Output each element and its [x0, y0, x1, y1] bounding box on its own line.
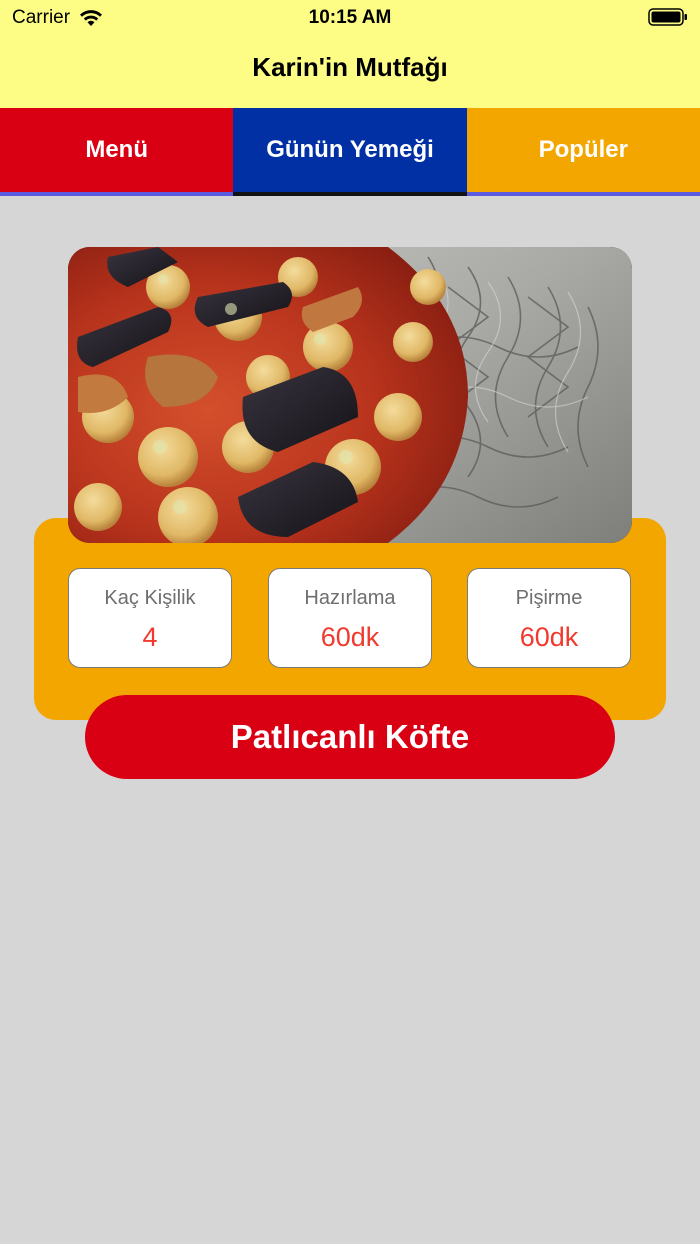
- tab-populer[interactable]: Popüler: [466, 108, 700, 196]
- battery-icon: [648, 8, 687, 26]
- cook-time-box: Pişirme 60dk: [467, 568, 631, 668]
- prep-time-value: 60dk: [320, 622, 380, 652]
- page-title: Karin'in Mutfağı: [252, 52, 448, 82]
- prep-time-label: Hazırlama: [304, 587, 396, 609]
- status-bar: Carrier 10:15 AM: [0, 0, 700, 36]
- tab-menu[interactable]: Menü: [0, 108, 234, 196]
- servings-label: Kaç Kişilik: [104, 587, 196, 609]
- dish-photo[interactable]: [68, 247, 632, 543]
- status-time: 10:15 AM: [308, 7, 392, 28]
- tab-bar: Menü Günün Yemeği Popüler: [0, 108, 700, 196]
- prep-time-box: Hazırlama 60dk: [268, 568, 432, 668]
- dish-image: [68, 247, 632, 543]
- servings-value: 4: [142, 622, 158, 652]
- header-bar: Carrier 10:15 AM Karin'in Mutfağı: [0, 0, 700, 108]
- dish-name-button[interactable]: Patlıcanlı Köfte: [85, 695, 615, 779]
- tab-gunun-yemegi[interactable]: Günün Yemeği: [233, 108, 467, 196]
- cook-time-value: 60dk: [519, 622, 579, 652]
- cook-time-label: Pişirme: [515, 587, 583, 609]
- servings-box: Kaç Kişilik 4: [68, 568, 232, 668]
